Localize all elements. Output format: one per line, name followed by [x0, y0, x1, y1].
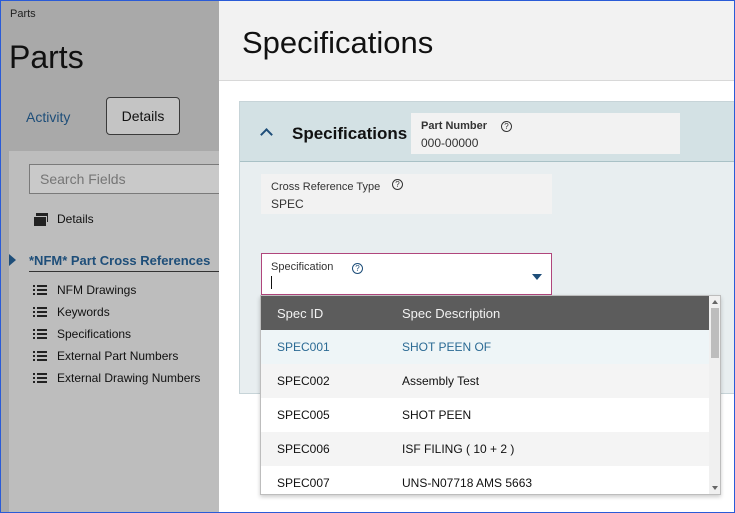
specification-dropdown-list: Spec ID Spec Description SPEC001 SHOT PE…	[260, 295, 721, 495]
panel-title: Specifications	[292, 124, 408, 143]
panel-header: Specifications Part Number ? 000-00000	[240, 102, 734, 162]
option-spec-id: SPEC005	[277, 408, 330, 422]
page-title: Parts	[9, 39, 84, 75]
nav-item-nfm-drawings[interactable]: NFM Drawings	[33, 279, 200, 301]
caret-right-icon	[9, 254, 16, 266]
nav-item-external-drawing-numbers[interactable]: External Drawing Numbers	[33, 367, 200, 389]
list-icon	[33, 328, 47, 340]
details-link-label: Details	[57, 212, 94, 226]
dropdown-rows: SPEC001 SHOT PEEN OF SPEC002 Assembly Te…	[261, 330, 709, 494]
nav-item-label: NFM Drawings	[57, 283, 137, 297]
app-window: Parts Parts Activity Details Details *NF…	[0, 0, 735, 513]
nav-item-external-part-numbers[interactable]: External Part Numbers	[33, 345, 200, 367]
specification-select[interactable]: Specification ?	[261, 253, 552, 295]
option-spec-id: SPEC002	[277, 374, 330, 388]
part-number-label: Part Number	[421, 120, 488, 132]
scroll-down-icon[interactable]	[712, 486, 718, 490]
option-spec-description: Assembly Test	[402, 374, 480, 388]
scrollbar[interactable]	[709, 296, 720, 494]
cards-icon	[33, 213, 49, 227]
option-spec-description: SHOT PEEN	[402, 408, 472, 422]
main-title: Specifications	[242, 25, 434, 60]
nav-item-label: Specifications	[57, 327, 132, 341]
divider	[29, 271, 219, 272]
cross-reference-type-label: Cross Reference Type	[271, 181, 381, 193]
search-fields-input[interactable]	[29, 164, 229, 194]
details-link[interactable]: Details	[33, 212, 94, 227]
dropdown-option[interactable]: SPEC001 SHOT PEEN OF	[261, 330, 709, 364]
breadcrumb[interactable]: Parts	[10, 8, 36, 20]
tab-details[interactable]: Details	[106, 97, 180, 135]
option-spec-id: SPEC006	[277, 442, 330, 456]
column-header-spec-description: Spec Description	[402, 306, 501, 321]
nav-list: NFM Drawings Keywords Specifications Ext…	[33, 279, 200, 389]
section-title[interactable]: *NFM* Part Cross References	[29, 253, 210, 268]
text-cursor	[271, 276, 272, 289]
dropdown-option[interactable]: SPEC007 UNS-N07718 AMS 5663	[261, 466, 709, 494]
dropdown-option[interactable]: SPEC006 ISF FILING ( 10 + 2 )	[261, 432, 709, 466]
option-spec-description: ISF FILING ( 10 + 2 )	[402, 442, 515, 456]
chevron-up-icon[interactable]	[260, 128, 273, 141]
left-panel: Parts Parts Activity Details Details *NF…	[1, 1, 229, 512]
dropdown-option[interactable]: SPEC005 SHOT PEEN	[261, 398, 709, 432]
nav-item-specifications[interactable]: Specifications	[33, 323, 200, 345]
nav-item-label: Keywords	[57, 305, 110, 319]
scrollbar-thumb[interactable]	[711, 308, 719, 358]
list-icon	[33, 306, 47, 318]
part-number-field: Part Number ? 000-00000	[411, 113, 680, 154]
dropdown-arrow-icon[interactable]	[532, 274, 542, 280]
option-spec-id: SPEC007	[277, 476, 330, 490]
help-icon[interactable]: ?	[352, 263, 363, 274]
option-spec-description: UNS-N07718 AMS 5663	[402, 476, 533, 490]
list-icon	[33, 350, 47, 362]
help-icon[interactable]: ?	[392, 179, 403, 190]
cross-reference-type-field: Cross Reference Type ? SPEC	[261, 174, 552, 214]
cross-reference-type-value: SPEC	[271, 197, 304, 211]
nav-item-keywords[interactable]: Keywords	[33, 301, 200, 323]
option-spec-description: SHOT PEEN OF	[402, 340, 492, 354]
dropdown-option[interactable]: SPEC002 Assembly Test	[261, 364, 709, 398]
column-header-spec-id: Spec ID	[277, 306, 324, 321]
help-icon[interactable]: ?	[501, 121, 512, 132]
specification-label: Specification	[271, 261, 334, 273]
list-icon	[33, 372, 47, 384]
nav-item-label: External Part Numbers	[57, 349, 179, 363]
fields-panel: Details *NFM* Part Cross References NFM …	[9, 151, 229, 512]
main-header: Specifications	[219, 1, 734, 81]
option-spec-id: SPEC001	[277, 340, 330, 354]
part-number-value: 000-00000	[421, 136, 479, 150]
tab-activity[interactable]: Activity	[26, 109, 70, 125]
nav-item-label: External Drawing Numbers	[57, 371, 201, 385]
scroll-up-icon[interactable]	[712, 300, 718, 304]
list-icon	[33, 284, 47, 296]
dropdown-header: Spec ID Spec Description	[261, 296, 709, 330]
